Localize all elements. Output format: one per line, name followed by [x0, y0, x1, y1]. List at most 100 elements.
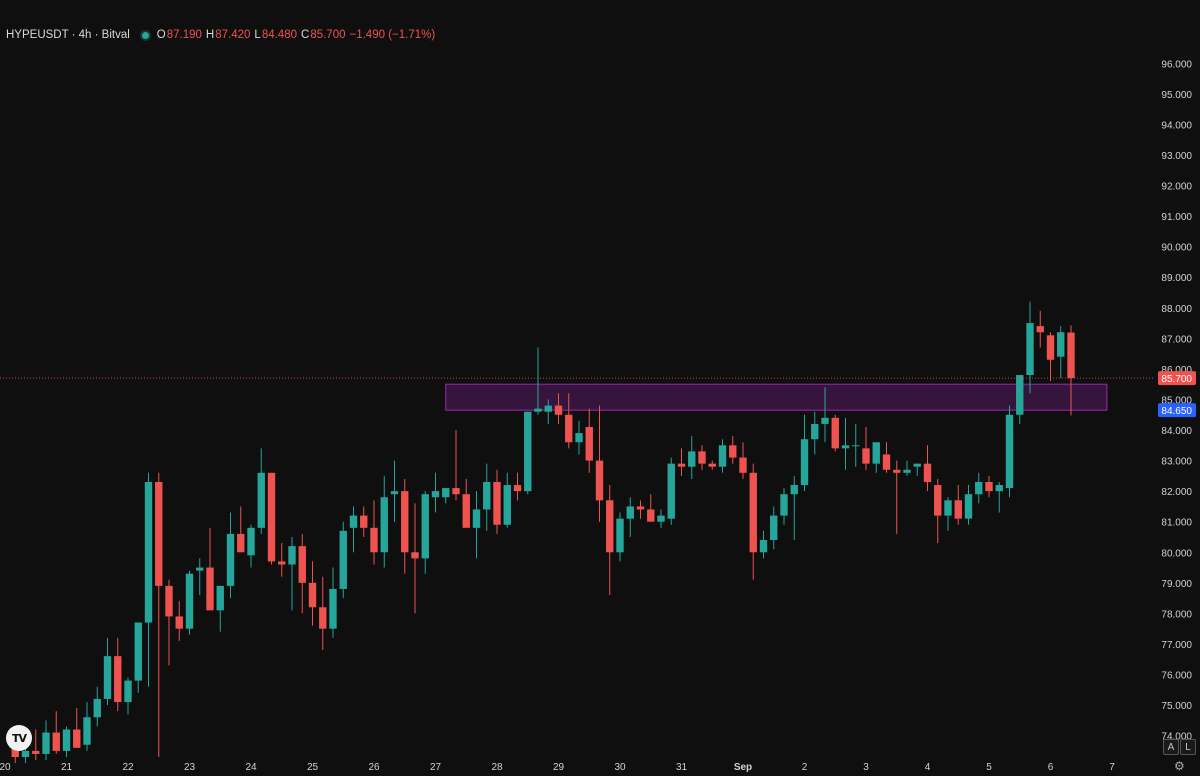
low-value: 84.480 [261, 29, 297, 41]
candle-down [267, 472, 276, 565]
price-tick-label: 96.000 [1161, 59, 1192, 70]
candle-body [462, 494, 470, 528]
candlestick-chart[interactable]: 74.00075.00076.00077.00078.00079.00080.0… [0, 0, 1200, 776]
candle-body [534, 408, 542, 412]
candle-body [370, 527, 378, 553]
candle-body [431, 491, 440, 498]
time-tick-label: 28 [491, 762, 503, 773]
candle-body [852, 445, 860, 447]
auto-scale-button[interactable]: A [1163, 739, 1179, 755]
status-dot-icon [141, 31, 149, 39]
candle-body [708, 463, 716, 467]
high-label: H [205, 29, 215, 41]
price-tick-label: 79.000 [1161, 579, 1192, 590]
candle-body [667, 463, 675, 519]
price-tick-label: 84.000 [1161, 426, 1192, 437]
candle-body [401, 491, 409, 553]
candle-body [913, 463, 921, 467]
candle-body [114, 656, 122, 702]
candle-body [155, 481, 163, 586]
candle-body [975, 481, 983, 495]
price-tick-label: 75.000 [1161, 701, 1192, 712]
time-tick-label: 26 [368, 762, 380, 773]
low-label: L [254, 29, 261, 41]
price-tick-label: 83.000 [1161, 457, 1192, 468]
candle-body [483, 481, 491, 510]
logo-text: TV [11, 731, 27, 745]
candle-body [380, 497, 388, 553]
candle-body [1036, 326, 1044, 333]
price-tick-label: 87.000 [1161, 334, 1192, 345]
price-tick-label: 89.000 [1161, 273, 1192, 284]
candle-body [821, 417, 829, 424]
candle-body [718, 445, 727, 467]
close-value: 85.700 [310, 29, 346, 41]
last-price-tag-label: 85.700 [1161, 374, 1192, 385]
price-tick-label: 92.000 [1161, 182, 1192, 193]
candle-body [657, 515, 665, 522]
price-tick-label: 81.000 [1161, 518, 1192, 529]
candle-body [1067, 332, 1075, 379]
candle-body [985, 481, 993, 492]
candle-body [319, 607, 327, 629]
chart-legend: HYPEUSDT · 4h · Bitval O 87.190 H 87.420 L… [6, 27, 439, 43]
candle-up [524, 411, 532, 495]
time-tick-label: 31 [676, 762, 688, 773]
candle-body [1005, 414, 1014, 489]
candle-body [1046, 335, 1055, 360]
time-tick-label: 2 [802, 762, 808, 773]
candle-body [811, 423, 819, 440]
candle-body [185, 573, 194, 629]
candle-body [267, 472, 276, 562]
candle-body [759, 540, 768, 553]
symbol-title[interactable]: HYPEUSDT · 4h · Bitval [6, 29, 130, 41]
time-tick-label: 6 [1048, 762, 1054, 773]
candle-body [954, 500, 962, 519]
price-tick-label: 80.000 [1161, 548, 1192, 559]
candle-body [339, 530, 347, 589]
candle-up [185, 570, 194, 635]
candle-body [73, 729, 81, 748]
time-tick-label: 27 [430, 762, 442, 773]
candle-body [1016, 375, 1024, 415]
candle-body [308, 582, 317, 608]
candle-body [62, 729, 71, 751]
candle-body [175, 616, 183, 629]
candle-body [862, 448, 870, 464]
candle-body [995, 485, 1003, 492]
candle-body [934, 485, 942, 516]
log-scale-button[interactable]: L [1180, 739, 1196, 755]
candle-up [1005, 405, 1014, 498]
price-tick-label: 93.000 [1161, 151, 1192, 162]
price-tick-label: 91.000 [1161, 212, 1192, 223]
candle-body [329, 588, 337, 629]
candle-body [196, 567, 204, 571]
candle-body [21, 750, 30, 757]
time-tick-label: 24 [245, 762, 257, 773]
price-tick-label: 88.000 [1161, 304, 1192, 315]
candle-body [841, 445, 850, 449]
candle-body [349, 515, 358, 528]
price-tick-label: 76.000 [1161, 670, 1192, 681]
candle-body [411, 552, 419, 559]
candle-body [524, 411, 532, 492]
candle-up [667, 457, 675, 525]
change-value: −1.490 (−1.71%) [349, 29, 436, 41]
candle-body [749, 472, 757, 553]
candle-up [339, 521, 347, 599]
open-value: 87.190 [166, 29, 202, 41]
candle-body [83, 717, 91, 745]
candle-body [278, 561, 286, 565]
candle-body [893, 469, 901, 473]
price-tick-label: 90.000 [1161, 243, 1192, 254]
candle-body [872, 442, 880, 464]
tradingview-logo-icon[interactable]: TV [6, 725, 32, 751]
candle-body [144, 481, 153, 623]
price-axis[interactable]: 74.00075.00076.00077.00078.00079.00080.0… [1158, 59, 1196, 743]
candle-body [595, 460, 604, 501]
candle-body [124, 680, 132, 702]
time-tick-label: 23 [184, 762, 196, 773]
candle-body [677, 463, 686, 467]
candle-body [636, 506, 645, 510]
gear-icon[interactable]: ⚙ [1174, 759, 1185, 773]
